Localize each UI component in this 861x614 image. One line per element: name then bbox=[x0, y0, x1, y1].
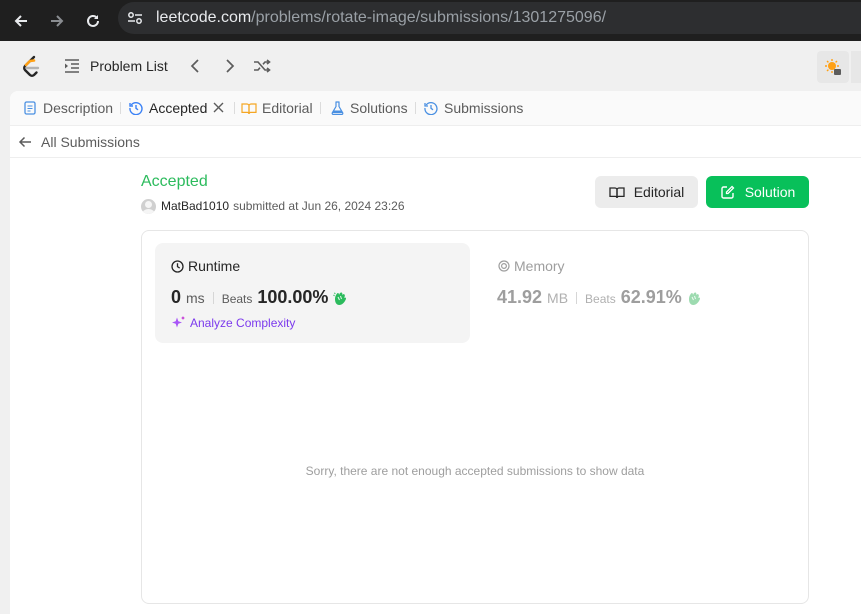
close-icon[interactable] bbox=[211, 100, 225, 114]
history-icon bbox=[128, 100, 144, 116]
tab-description[interactable]: Description bbox=[22, 99, 113, 117]
memory-values: 41.92 MB Beats 62.91% bbox=[497, 287, 702, 308]
tab-submissions[interactable]: Submissions bbox=[423, 99, 523, 117]
divider bbox=[576, 291, 578, 304]
back-arrow-icon[interactable] bbox=[8, 8, 34, 34]
analyze-complexity-link[interactable]: Analyze Complexity bbox=[171, 315, 295, 330]
site-settings-icon[interactable] bbox=[126, 10, 144, 26]
runtime-value: 0 bbox=[171, 287, 182, 307]
memory-value: 41.92 bbox=[497, 287, 543, 307]
empty-chart-message: Sorry, there are not enough accepted sub… bbox=[305, 464, 645, 478]
memory-header: Memory bbox=[497, 258, 565, 274]
submission-panel: Description Accepted Editorial Solutions… bbox=[10, 91, 861, 614]
tab-divider bbox=[415, 102, 416, 114]
runtime-unit: ms bbox=[186, 290, 205, 306]
solution-button[interactable]: Solution bbox=[706, 176, 809, 208]
avatar[interactable] bbox=[141, 198, 156, 214]
description-icon bbox=[22, 100, 38, 116]
all-submissions-label: All Submissions bbox=[41, 134, 140, 150]
tab-bar: Description Accepted Editorial Solutions… bbox=[10, 91, 861, 126]
back-row: All Submissions bbox=[10, 127, 861, 158]
problem-list-button[interactable]: Problem List bbox=[64, 55, 168, 77]
analyze-complexity-label: Analyze Complexity bbox=[190, 315, 296, 330]
problem-list-label: Problem List bbox=[90, 58, 168, 74]
clap-hands-icon bbox=[332, 290, 348, 306]
url-path: /problems/rotate-image/submissions/13012… bbox=[251, 9, 607, 26]
arrow-left-icon bbox=[18, 136, 31, 148]
memory-beats-label: Beats bbox=[585, 292, 616, 306]
memory-title: Memory bbox=[514, 258, 565, 274]
list-icon bbox=[65, 59, 79, 73]
tab-submissions-label: Submissions bbox=[444, 100, 524, 116]
tab-description-label: Description bbox=[43, 100, 114, 116]
history-icon bbox=[423, 100, 439, 116]
runtime-beats-label: Beats bbox=[221, 292, 253, 306]
address-bar[interactable]: leetcode.com/problems/rotate-image/submi… bbox=[118, 2, 861, 34]
editorial-button[interactable]: Editorial bbox=[595, 176, 698, 208]
book-icon bbox=[241, 100, 257, 116]
edit-icon bbox=[720, 184, 736, 200]
memory-beats-pct: 62.91% bbox=[620, 287, 682, 307]
submitter-info: MatBad1010 submitted at Jun 26, 2024 23:… bbox=[141, 198, 405, 214]
tab-divider bbox=[234, 102, 235, 114]
tab-divider bbox=[120, 102, 121, 114]
clock-icon bbox=[171, 259, 184, 273]
premium-icon[interactable] bbox=[817, 51, 849, 83]
editorial-button-label: Editorial bbox=[633, 184, 685, 200]
submission-status: Accepted bbox=[141, 173, 208, 190]
forward-arrow-icon[interactable] bbox=[44, 8, 70, 34]
tab-editorial[interactable]: Editorial bbox=[241, 99, 313, 117]
url-host: leetcode.com bbox=[156, 9, 252, 26]
clap-hands-icon bbox=[686, 290, 702, 306]
sparkle-icon bbox=[171, 315, 186, 330]
tab-solutions-label: Solutions bbox=[350, 100, 408, 116]
book-icon bbox=[609, 184, 625, 200]
runtime-values: 0 ms Beats 100.00% bbox=[171, 287, 348, 308]
shuffle-icon[interactable] bbox=[252, 56, 272, 76]
browser-toolbar: leetcode.com/problems/rotate-image/submi… bbox=[0, 0, 861, 41]
tab-solutions[interactable]: Solutions bbox=[329, 99, 408, 117]
prev-problem-chevron-icon[interactable] bbox=[185, 56, 205, 76]
tab-accepted-label: Accepted bbox=[149, 100, 208, 116]
runtime-box[interactable]: Runtime 0 ms Beats 100.00% Analyze Compl… bbox=[155, 243, 470, 343]
navbar-edge bbox=[851, 51, 861, 83]
url-text[interactable]: leetcode.com/problems/rotate-image/submi… bbox=[156, 9, 606, 27]
flask-icon bbox=[329, 100, 345, 116]
runtime-title: Runtime bbox=[188, 258, 241, 274]
solution-button-label: Solution bbox=[744, 184, 796, 200]
username-link[interactable]: MatBad1010 bbox=[161, 199, 229, 213]
runtime-beats-pct: 100.00% bbox=[257, 287, 329, 307]
reload-icon[interactable] bbox=[80, 8, 106, 34]
tab-editorial-label: Editorial bbox=[262, 100, 313, 116]
leetcode-logo-icon[interactable] bbox=[20, 55, 42, 79]
stats-card: Runtime 0 ms Beats 100.00% Analyze Compl… bbox=[141, 230, 809, 604]
memory-chip-icon bbox=[497, 260, 510, 273]
runtime-header: Runtime bbox=[171, 258, 240, 274]
tab-divider bbox=[320, 102, 321, 114]
app-navbar: Problem List bbox=[0, 41, 861, 91]
divider bbox=[212, 291, 214, 304]
tab-accepted[interactable]: Accepted bbox=[128, 99, 207, 117]
memory-unit: MB bbox=[547, 290, 569, 306]
submitted-time: submitted at Jun 26, 2024 23:26 bbox=[233, 199, 405, 213]
all-submissions-link[interactable]: All Submissions bbox=[18, 134, 140, 150]
next-problem-chevron-icon[interactable] bbox=[220, 56, 240, 76]
